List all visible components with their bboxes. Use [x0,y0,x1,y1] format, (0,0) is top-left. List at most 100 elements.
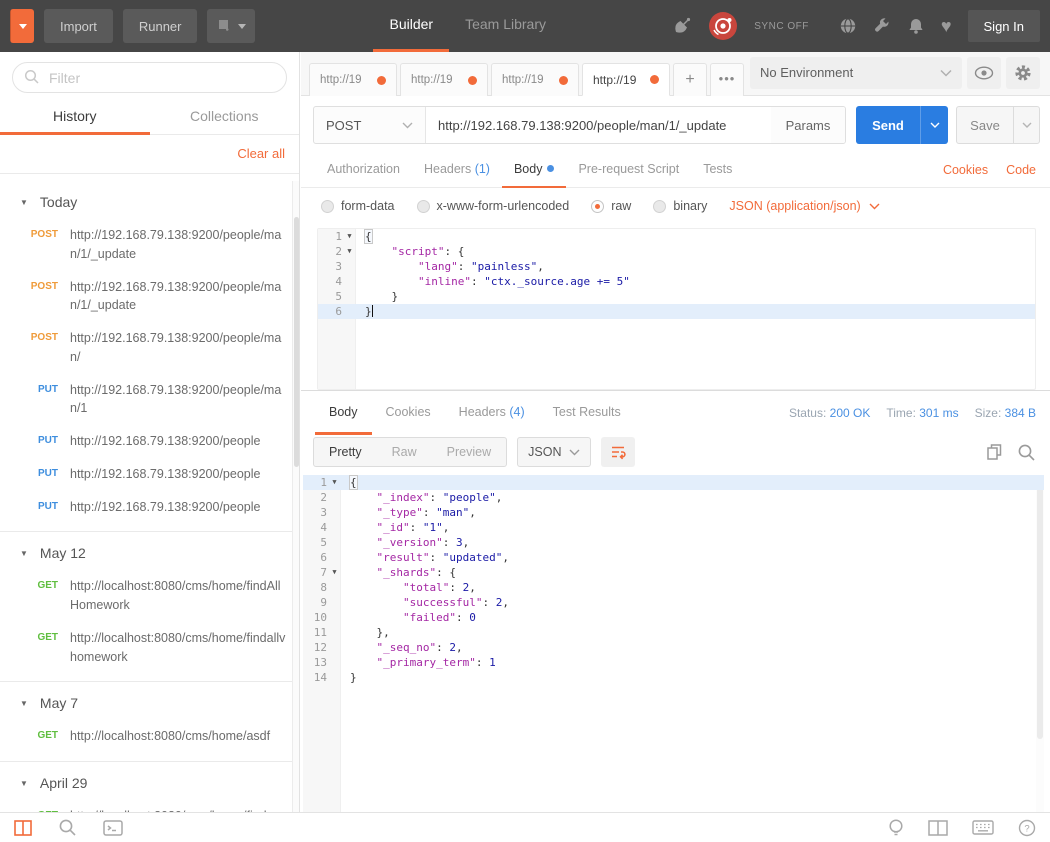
history-date-row[interactable]: ▼Today [0,181,292,219]
body-type-x-www-form-urlencoded[interactable]: x-www-form-urlencoded [417,199,570,213]
history-date-row[interactable]: ▼May 12 [0,532,292,570]
sync-logo-icon[interactable] [708,11,738,41]
new-dropdown-button[interactable] [10,9,34,43]
method-select[interactable]: POST [314,107,426,143]
eye-icon [974,66,994,80]
tab-body[interactable]: Body [502,152,567,188]
fold-icon[interactable]: ▼ [329,565,340,580]
history-item[interactable]: PUThttp://192.168.79.138:9200/people/man… [0,374,292,426]
send-dropdown-button[interactable] [920,106,948,144]
copy-response-button[interactable] [985,442,1003,462]
content-type-select[interactable]: JSON (application/json) [729,199,879,213]
response-tab-cookies[interactable]: Cookies [372,391,445,435]
sidebar-scrollbar[interactable] [292,181,299,812]
line-gutter: 6 [318,304,355,319]
new-window-button[interactable] [207,9,255,43]
fold-icon[interactable]: ▼ [329,475,340,490]
code-link[interactable]: Code [1006,163,1036,177]
console-button[interactable] [103,820,123,836]
history-item[interactable]: PUThttp://192.168.79.138:9200/people [0,425,292,458]
add-tab-button[interactable]: + [673,63,707,96]
history-item[interactable]: GEThttp://localhost:8080/cms/home/findvc… [0,800,292,812]
bell-icon[interactable] [907,17,925,35]
response-tab-test-results[interactable]: Test Results [539,391,635,435]
history-date-row[interactable]: ▼May 7 [0,682,292,720]
toggle-sidebar-button[interactable] [14,820,32,836]
view-raw[interactable]: Raw [377,438,432,466]
history-item[interactable]: POSThttp://192.168.79.138:9200/people/ma… [0,322,292,374]
history-item[interactable]: GEThttp://localhost:8080/cms/home/findal… [0,622,292,674]
history-date-row[interactable]: ▼April 29 [0,762,292,800]
two-pane-view-button[interactable] [928,820,948,836]
sign-in-button[interactable]: Sign In [968,10,1040,42]
format-select[interactable]: JSON [517,437,591,467]
global-search-button[interactable] [58,818,77,837]
body-type-raw[interactable]: raw [591,199,631,213]
tab-tests[interactable]: Tests [691,152,744,188]
clear-all-link[interactable]: Clear all [237,146,285,161]
save-button[interactable]: Save [957,107,1013,143]
tab-builder[interactable]: Builder [373,0,449,52]
tab-history[interactable]: History [0,99,150,135]
view-pretty[interactable]: Pretty [314,438,377,466]
history-item[interactable]: PUThttp://192.168.79.138:9200/people [0,491,292,524]
history-url: http://192.168.79.138:9200/people/man/1/… [70,278,286,316]
request-tab-2[interactable]: http://19 [400,63,488,96]
tips-button[interactable] [888,818,904,838]
request-tab-1[interactable]: http://19 [309,63,397,96]
line-gutter: 3 [303,505,340,520]
line-number: 14 [314,670,329,685]
url-input[interactable] [426,107,771,143]
tab-authorization[interactable]: Authorization [315,152,412,188]
help-button[interactable]: ? [1018,819,1036,837]
more-tabs-button[interactable]: ••• [710,63,744,96]
globe-icon[interactable] [839,17,857,35]
body-type-binary[interactable]: binary [653,199,707,213]
environment-settings-button[interactable] [1006,57,1040,89]
environment-preview-button[interactable] [967,57,1001,89]
response-tab-body[interactable]: Body [315,391,372,435]
wrap-text-button[interactable] [601,437,635,467]
shortcuts-button[interactable] [972,820,994,835]
history-item[interactable]: GEThttp://localhost:8080/cms/home/asdf [0,720,292,753]
cookies-link[interactable]: Cookies [943,163,988,177]
fold-icon[interactable]: ▼ [344,229,355,244]
code-content: { [340,475,1044,490]
history-item[interactable]: POSThttp://192.168.79.138:9200/people/ma… [0,219,292,271]
history-item[interactable]: POSThttp://192.168.79.138:9200/people/ma… [0,271,292,323]
import-button[interactable]: Import [44,9,113,43]
send-button[interactable]: Send [856,106,920,144]
body-type-form-data[interactable]: form-data [321,199,395,213]
search-response-button[interactable] [1017,443,1036,462]
save-dropdown-button[interactable] [1013,107,1039,143]
history-date: April 29 [40,775,87,791]
response-tab-headers[interactable]: Headers (4) [445,391,539,435]
code-token: : [449,581,462,594]
code-token: "_version" [377,536,443,549]
code-token: { [364,229,373,244]
heart-icon[interactable]: ♥ [941,17,952,35]
request-editor[interactable]: 1▼{2▼ "script": {3 "lang": "painless",4 … [317,228,1036,390]
satellite-icon[interactable] [672,16,692,36]
code-token: "_index" [377,491,430,504]
tab-collections[interactable]: Collections [150,99,300,134]
history-item[interactable]: PUThttp://192.168.79.138:9200/people [0,458,292,491]
runner-button[interactable]: Runner [123,9,198,43]
tab-headers[interactable]: Headers (1) [412,152,502,188]
request-tab-4[interactable]: http://19 [582,63,670,96]
history-item[interactable]: GEThttp://localhost:8080/cms/home/findAl… [0,570,292,622]
params-button[interactable]: Params [771,107,845,143]
new-button[interactable]: + New [10,9,34,43]
view-preview[interactable]: Preview [432,438,506,466]
code-token: , [537,260,544,273]
fold-icon[interactable]: ▼ [344,244,355,259]
request-tab-3[interactable]: http://19 [491,63,579,96]
tab-pre-request-script[interactable]: Pre-request Script [566,152,691,188]
filter-input[interactable] [12,62,287,93]
environment-select[interactable]: No Environment [750,57,962,89]
wrench-icon[interactable] [873,17,891,35]
sidebar-scrollbar-thumb[interactable] [294,217,299,467]
response-editor[interactable]: 1▼{2 "_index": "people",3 "_type": "man"… [303,475,1044,812]
sidebar-tabs: History Collections [0,99,299,135]
tab-team-library[interactable]: Team Library [449,0,562,52]
